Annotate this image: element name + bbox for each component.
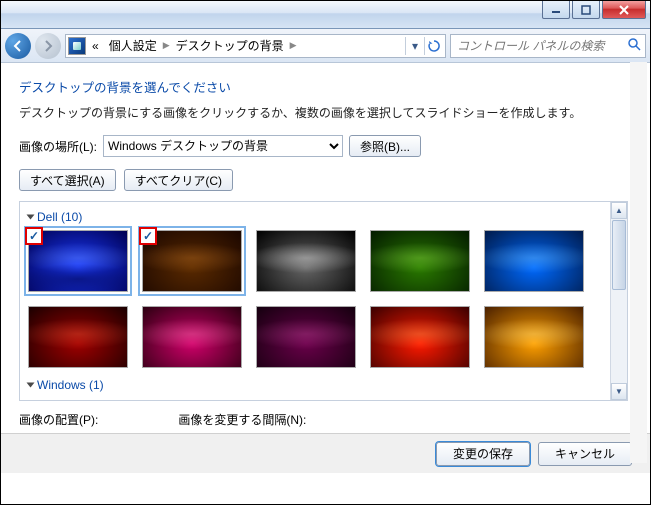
- save-changes-button[interactable]: 変更の保存: [436, 442, 530, 466]
- maximize-button[interactable]: [572, 1, 600, 19]
- gallery-scrollbar[interactable]: ▲ ▼: [610, 202, 627, 400]
- chevron-right-icon: ▶: [290, 40, 297, 51]
- gallery: Dell (10) ✓ ✓ Windows (1): [20, 202, 610, 400]
- scroll-down-button[interactable]: ▼: [611, 383, 627, 400]
- footer-bar: 変更の保存 キャンセル: [1, 433, 650, 473]
- address-bar[interactable]: « 個人設定 ▶ デスクトップの背景 ▶ ▾: [65, 34, 446, 58]
- back-button[interactable]: [5, 33, 31, 59]
- location-label: 画像の場所(L):: [19, 138, 97, 155]
- cancel-button[interactable]: キャンセル: [538, 442, 632, 466]
- breadcrumb-prefix: «: [88, 35, 103, 57]
- thumbnail[interactable]: [256, 306, 356, 368]
- checkbox-checked-icon[interactable]: ✓: [139, 227, 157, 245]
- thumbnail[interactable]: ✓: [142, 230, 242, 292]
- collapse-icon: [27, 383, 35, 388]
- thumbnail[interactable]: [484, 306, 584, 368]
- address-dropdown-button[interactable]: ▾: [406, 35, 424, 57]
- location-select[interactable]: Windows デスクトップの背景: [103, 135, 343, 157]
- group-label: Dell (10): [37, 210, 82, 224]
- browse-button[interactable]: 参照(B)...: [349, 135, 421, 157]
- thumbnail[interactable]: [370, 230, 470, 292]
- close-button[interactable]: [602, 1, 646, 19]
- breadcrumb-desktop-background[interactable]: デスクトップの背景: [172, 35, 288, 57]
- thumbnail[interactable]: [256, 230, 356, 292]
- scroll-track[interactable]: [611, 219, 627, 383]
- scroll-up-button[interactable]: ▲: [611, 202, 627, 219]
- thumbnail[interactable]: [484, 230, 584, 292]
- chevron-right-icon: ▶: [163, 40, 170, 51]
- group-header-windows[interactable]: Windows (1): [26, 376, 604, 398]
- group-header-dell[interactable]: Dell (10): [26, 208, 604, 230]
- navigation-bar: « 個人設定 ▶ デスクトップの背景 ▶ ▾: [1, 29, 650, 63]
- content-area: デスクトップの背景を選んでください デスクトップの背景にする画像をクリックするか…: [1, 63, 650, 433]
- minimize-button[interactable]: [542, 1, 570, 19]
- thumbnail[interactable]: [28, 306, 128, 368]
- refresh-button[interactable]: [425, 35, 443, 57]
- scroll-thumb[interactable]: [612, 220, 626, 290]
- thumbnail[interactable]: [370, 306, 470, 368]
- instruction-title: デスクトップの背景を選んでください: [19, 77, 628, 96]
- window-titlebar: [1, 1, 650, 29]
- checkbox-checked-icon[interactable]: ✓: [25, 227, 43, 245]
- clear-all-button[interactable]: すべてクリア(C): [124, 169, 233, 191]
- search-box[interactable]: [450, 34, 646, 58]
- select-all-button[interactable]: すべて選択(A): [19, 169, 116, 191]
- position-label: 画像の配置(P):: [19, 411, 98, 428]
- collapse-icon: [27, 215, 35, 220]
- group-label: Windows (1): [37, 378, 104, 392]
- interval-label: 画像を変更する間隔(N):: [178, 411, 306, 428]
- forward-button[interactable]: [35, 33, 61, 59]
- search-input[interactable]: [455, 38, 627, 54]
- thumbnail[interactable]: [142, 306, 242, 368]
- breadcrumb-personalization[interactable]: 個人設定: [105, 35, 161, 57]
- thumbnail[interactable]: ✓: [28, 230, 128, 292]
- location-icon: [68, 37, 86, 55]
- instruction-text: デスクトップの背景にする画像をクリックするか、複数の画像を選択してスライドショー…: [19, 104, 628, 121]
- search-icon[interactable]: [627, 37, 641, 54]
- window-scrollbar[interactable]: [630, 62, 647, 463]
- gallery-panel: Dell (10) ✓ ✓ Windows (1) ▲ ▼: [19, 201, 628, 401]
